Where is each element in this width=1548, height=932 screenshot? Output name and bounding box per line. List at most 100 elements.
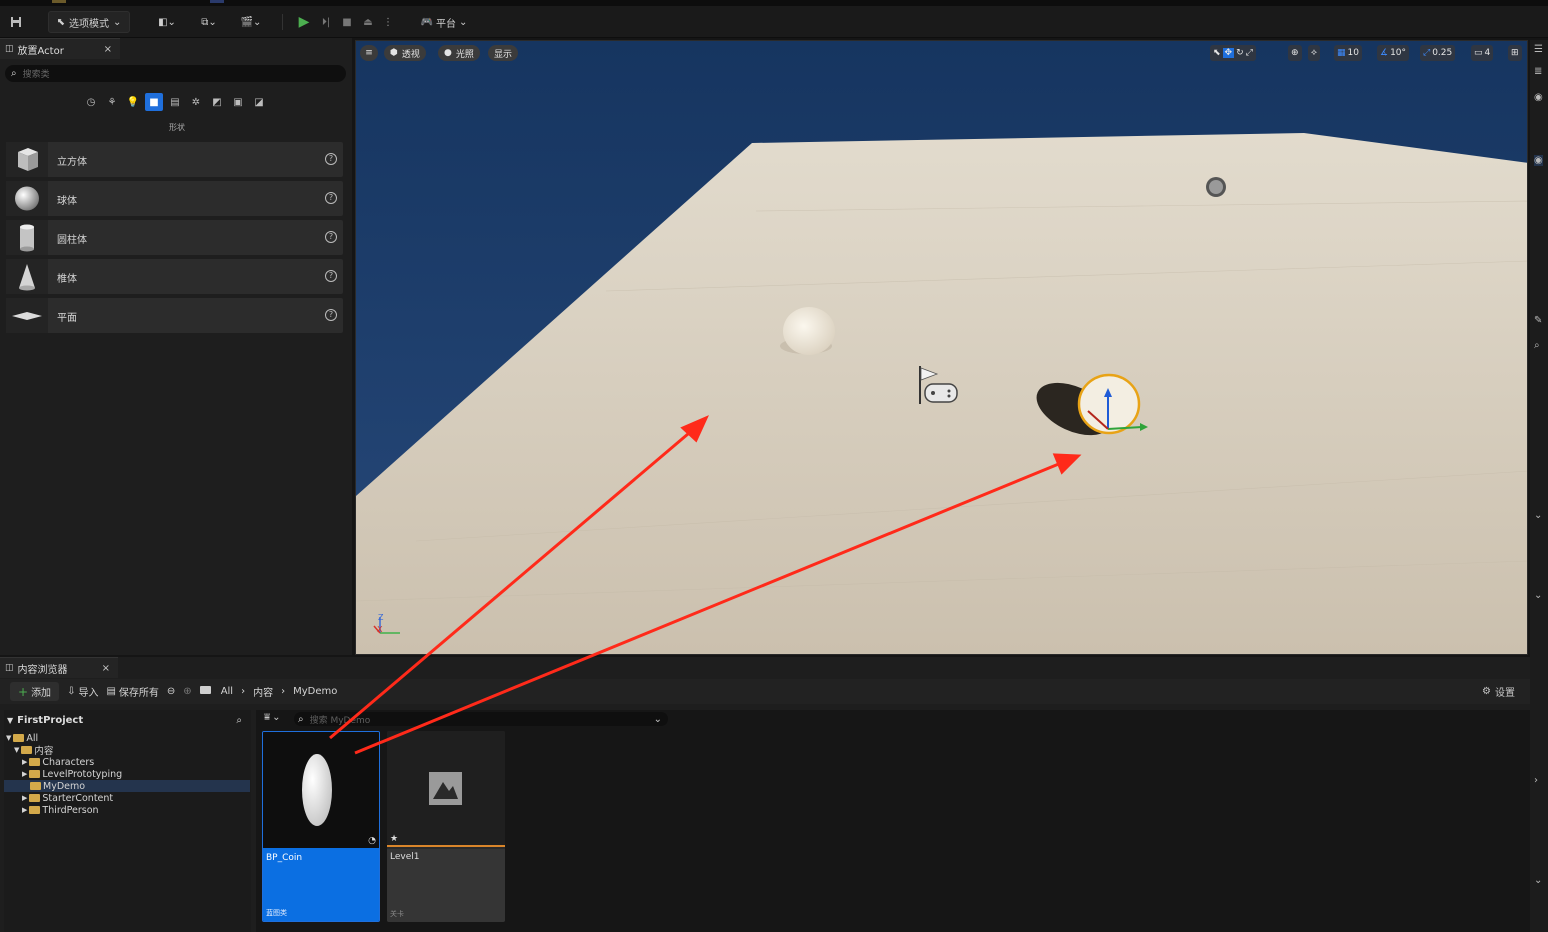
asset-tile-bp-coin[interactable]: ◔ BP_Coin 蓝图类 — [262, 731, 380, 922]
move-icon[interactable]: ✥ — [1222, 48, 1235, 58]
back-icon[interactable]: ⊖ — [167, 686, 175, 697]
lighting-button[interactable]: ● 光照 — [438, 45, 480, 61]
plane-icon — [6, 298, 48, 333]
visual-effects-icon[interactable]: ✲ — [187, 93, 205, 111]
settings-button[interactable]: ⚙ 设置 — [1482, 684, 1515, 699]
layout-icon: ⊞ — [1511, 48, 1519, 58]
help-icon[interactable]: ? — [325, 192, 337, 204]
shape-item-cube[interactable]: 立方体 ? — [6, 142, 343, 177]
chevron-right-icon[interactable]: › — [1534, 775, 1538, 786]
show-button[interactable]: 显示 — [488, 45, 519, 61]
shape-item-sphere[interactable]: 球体 ? — [6, 181, 343, 216]
cinematics-dropdown[interactable]: 🎬⌄ — [236, 11, 266, 33]
content-browser-tab[interactable]: ◫ 内容浏览器 × — [0, 657, 118, 678]
breadcrumb-item[interactable]: MyDemo — [293, 686, 337, 697]
grid-snap-value: 10 — [1347, 48, 1359, 58]
view-mode-button[interactable]: ⬢ 透视 — [384, 45, 426, 61]
step-icon[interactable]: ⏵| — [316, 11, 336, 33]
add-button[interactable]: + 添加 — [10, 682, 60, 701]
close-icon[interactable]: × — [104, 44, 112, 55]
breadcrumb-item[interactable]: All — [221, 686, 233, 697]
tree-item-levelprototyping[interactable]: ▶ LevelPrototyping — [4, 768, 250, 780]
select-mode-dropdown[interactable]: ⬉ 选项模式 ⌄ — [48, 11, 130, 33]
select-cursor-icon[interactable]: ⬉ — [1213, 48, 1221, 58]
search-icon[interactable]: ⌕ — [236, 715, 242, 726]
svg-text:Z: Z — [378, 613, 384, 622]
stop-icon[interactable]: ■ — [338, 11, 356, 33]
scale-icon[interactable]: ⤢ — [1246, 48, 1253, 58]
filter-dropdown[interactable]: ⩸ ⌄ — [264, 712, 280, 723]
place-actor-tab[interactable]: ◫ 放置Actor × — [0, 38, 120, 59]
chevron-down-icon[interactable]: ⌄ — [1534, 590, 1542, 601]
show-label: 显示 — [494, 49, 513, 60]
surface-snap-toggle[interactable]: ⟡ — [1308, 45, 1320, 61]
eye-icon[interactable]: ◉ — [1534, 92, 1543, 103]
forward-icon[interactable]: ⊕ — [183, 686, 191, 697]
more-options-icon[interactable]: ⋮ — [382, 11, 394, 33]
rotation-snap-button[interactable]: ∡ 10° — [1377, 45, 1410, 61]
blueprint-tab-marker[interactable] — [210, 0, 224, 3]
viewport-menu-button[interactable]: ≡ — [360, 45, 378, 61]
level-viewport[interactable]: Z X ≡ ⬢ 透视 ● 光照 显示 ⬉ ✥ ↻ ⤢ ⊕ ⟡ ▦ 10 ∡ 10° ⤢ 0… — [355, 40, 1528, 655]
help-icon[interactable]: ? — [325, 309, 337, 321]
tree-item-mydemo[interactable]: MyDemo — [4, 780, 250, 792]
rotate-icon[interactable]: ↻ — [1236, 48, 1244, 58]
asset-search-input[interactable]: ⌕ 搜索 MyDemo ⌄ — [294, 712, 668, 726]
shape-item-cone[interactable]: 椎体 ? — [6, 259, 343, 294]
add-actor-dropdown[interactable]: ◧⌄ — [152, 11, 182, 33]
camera-icon: ▭ — [1474, 48, 1483, 58]
platform-dropdown[interactable]: 🎮 平台 ⌄ — [416, 11, 472, 33]
geometry-icon[interactable]: ◩ — [208, 93, 226, 111]
grid-snap-button[interactable]: ▦ 10 — [1334, 45, 1362, 61]
chevron-down-icon: ▼ — [6, 734, 12, 742]
lights-icon[interactable]: 💡 — [124, 93, 142, 111]
chevron-down-icon: ▼ — [14, 746, 20, 754]
shapes-icon[interactable]: ■ — [145, 93, 163, 111]
basic-icon[interactable]: ⚘ — [103, 93, 121, 111]
scale-snap-button[interactable]: ⤢ 0.25 — [1420, 45, 1456, 61]
chevron-down-icon[interactable]: ⌄ — [1534, 510, 1542, 521]
shape-item-plane[interactable]: 平面 ? — [6, 298, 343, 333]
cinematic-icon[interactable]: ▤ — [166, 93, 184, 111]
shape-item-cylinder[interactable]: 圆柱体 ? — [6, 220, 343, 255]
viewport-layout-button[interactable]: ⊞ — [1508, 45, 1522, 61]
project-header[interactable]: ▼ FirstProject ⌕ — [4, 713, 250, 727]
save-icon[interactable] — [6, 11, 26, 33]
asset-name: Level1 — [390, 852, 420, 862]
shape-item-label: 平面 — [57, 313, 77, 324]
search-icon[interactable]: ⌕ — [1534, 340, 1540, 351]
chevron-down-icon[interactable]: ⌄ — [1534, 875, 1542, 886]
blueprint-dropdown[interactable]: ⧉⌄ — [194, 11, 224, 33]
tree-item-startercontent[interactable]: ▶ StarterContent — [4, 792, 250, 804]
asset-tile-level1[interactable]: ★ Level1 关卡 — [387, 731, 505, 922]
tree-item-content[interactable]: ▼ 内容 — [4, 744, 250, 757]
camera-speed-button[interactable]: ▭ 4 — [1471, 45, 1494, 61]
level-tab-marker[interactable] — [52, 0, 66, 3]
eye-icon[interactable]: ◉ — [1534, 155, 1543, 166]
volumes-icon[interactable]: ▣ — [229, 93, 247, 111]
cone-icon — [6, 259, 48, 294]
actor-search-input[interactable]: ⌕ 搜索类 — [5, 65, 346, 82]
help-icon[interactable]: ? — [325, 231, 337, 243]
close-icon[interactable]: × — [102, 663, 110, 674]
star-icon: ★ — [390, 834, 399, 844]
help-icon[interactable]: ? — [325, 153, 337, 165]
details-side-strip: ☰ ≣ ◉ ◉ ✎ ⌕ ⌄ ⌄ › ⌄ — [1530, 40, 1548, 932]
breadcrumb-item[interactable]: 内容 — [253, 684, 273, 699]
tree-item-characters[interactable]: ▶ Characters — [4, 756, 250, 768]
help-icon[interactable]: ? — [325, 270, 337, 282]
list-icon[interactable]: ≣ — [1534, 66, 1542, 77]
recent-icon[interactable]: ◷ — [82, 93, 100, 111]
tree-item-thirdperson[interactable]: ▶ ThirdPerson — [4, 804, 250, 816]
save-all-button[interactable]: ▤ 保存所有 — [106, 684, 158, 699]
menu-icon[interactable]: ☰ — [1534, 44, 1543, 55]
chevron-down-icon[interactable]: ⌄ — [654, 714, 662, 725]
import-button[interactable]: ⇩ 导入 — [67, 684, 98, 699]
eject-icon[interactable]: ⏏ — [358, 11, 378, 33]
all-classes-icon[interactable]: ◪ — [250, 93, 268, 111]
sphere-icon: ● — [444, 48, 452, 58]
pencil-icon[interactable]: ✎ — [1534, 315, 1542, 326]
chevron-right-icon: › — [241, 686, 246, 697]
world-local-toggle[interactable]: ⊕ — [1288, 45, 1302, 61]
play-icon[interactable]: ▶ — [294, 11, 314, 33]
